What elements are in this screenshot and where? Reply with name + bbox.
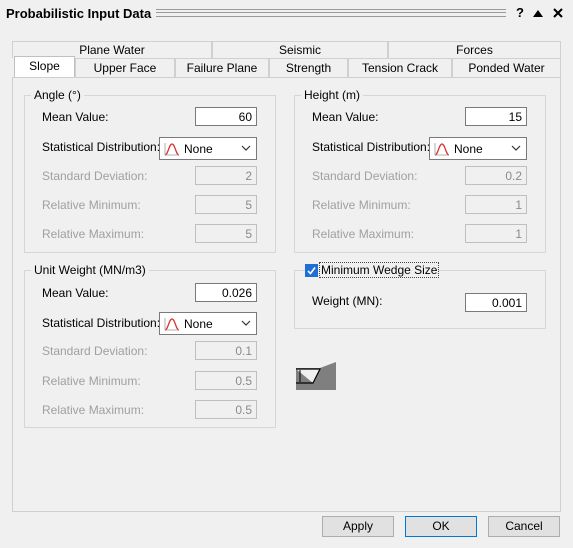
angle-rmax-input[interactable]: 5	[195, 224, 257, 243]
height-rmin-label: Relative Minimum:	[312, 198, 411, 212]
uw-sd-label: Standard Deviation:	[42, 344, 148, 358]
triangle-up-icon	[533, 10, 543, 17]
uw-rmax-input[interactable]: 0.5	[195, 400, 257, 419]
angle-rmin-label: Relative Minimum:	[42, 198, 141, 212]
angle-dist-label: Statistical Distribution:	[42, 140, 161, 154]
height-dist-label: Statistical Distribution:	[312, 140, 431, 154]
uw-rmax-label: Relative Maximum:	[42, 403, 145, 417]
uw-rmin-label: Relative Minimum:	[42, 374, 141, 388]
weight-label: Weight (MN):	[312, 294, 383, 308]
weight-input[interactable]: 0.001	[465, 293, 527, 312]
chevron-down-icon	[511, 145, 521, 151]
height-mean-label: Mean Value:	[312, 110, 379, 124]
height-sd-input[interactable]: 0.2	[465, 166, 527, 185]
angle-sd-input[interactable]: 2	[195, 166, 257, 185]
unit-weight-group-title: Unit Weight (MN/m3)	[31, 263, 149, 277]
close-icon	[553, 8, 563, 18]
uw-dist-select[interactable]: None	[159, 312, 257, 335]
height-mean-input[interactable]: 15	[465, 107, 527, 126]
cancel-button[interactable]: Cancel	[488, 516, 560, 537]
tab-row-1: Plane Water Seismic Forces	[12, 41, 561, 58]
height-rmax-label: Relative Maximum:	[312, 227, 415, 241]
help-button[interactable]: ?	[512, 4, 528, 22]
checkmark-icon	[307, 267, 316, 275]
apply-button[interactable]: Apply	[322, 516, 394, 537]
height-sd-label: Standard Deviation:	[312, 169, 418, 183]
title-bar[interactable]: Probabilistic Input Data ?	[0, 0, 573, 28]
ok-button[interactable]: OK	[405, 516, 477, 537]
uw-rmin-input[interactable]: 0.5	[195, 371, 257, 390]
tab-ponded-water[interactable]: Ponded Water	[452, 58, 561, 77]
uw-mean-label: Mean Value:	[42, 286, 109, 300]
angle-group-title: Angle (°)	[31, 88, 84, 102]
angle-rmin-input[interactable]: 5	[195, 195, 257, 214]
distribution-curve-icon	[434, 143, 450, 156]
distribution-curve-icon	[164, 318, 180, 331]
tab-slope[interactable]: Slope	[14, 56, 75, 77]
angle-mean-label: Mean Value:	[42, 110, 109, 124]
min-wedge-label[interactable]: Minimum Wedge Size	[318, 262, 440, 278]
height-rmin-input[interactable]: 1	[465, 195, 527, 214]
angle-rmax-label: Relative Maximum:	[42, 227, 145, 241]
angle-dist-value: None	[184, 142, 213, 156]
collapse-button[interactable]	[530, 4, 546, 22]
window-title: Probabilistic Input Data	[6, 6, 152, 21]
angle-sd-label: Standard Deviation:	[42, 169, 148, 183]
min-wedge-checkbox[interactable]	[305, 264, 318, 277]
chevron-down-icon	[241, 145, 251, 151]
height-dist-value: None	[454, 142, 483, 156]
uw-dist-label: Statistical Distribution:	[42, 316, 161, 330]
tab-tension-crack[interactable]: Tension Crack	[348, 58, 452, 77]
angle-mean-input[interactable]: 60	[195, 107, 257, 126]
tab-row-2: Slope Upper Face Failure Plane Strength …	[12, 56, 561, 77]
distribution-curve-icon	[164, 143, 180, 156]
uw-dist-value: None	[184, 317, 213, 331]
height-dist-select[interactable]: None	[429, 137, 527, 160]
height-group-title: Height (m)	[301, 88, 364, 102]
chevron-down-icon	[241, 320, 251, 326]
tab-seismic[interactable]: Seismic	[212, 41, 388, 58]
tab-strength[interactable]: Strength	[269, 58, 348, 77]
height-rmax-input[interactable]: 1	[465, 224, 527, 243]
tab-forces[interactable]: Forces	[388, 41, 561, 58]
tab-upper-face[interactable]: Upper Face	[75, 58, 175, 77]
title-grip[interactable]	[156, 9, 506, 17]
angle-dist-select[interactable]: None	[159, 137, 257, 160]
uw-mean-input[interactable]: 0.026	[195, 283, 257, 302]
slope-diagram-icon	[294, 361, 338, 394]
uw-sd-input[interactable]: 0.1	[195, 341, 257, 360]
tab-failure-plane[interactable]: Failure Plane	[175, 58, 269, 77]
close-button[interactable]	[550, 4, 566, 22]
